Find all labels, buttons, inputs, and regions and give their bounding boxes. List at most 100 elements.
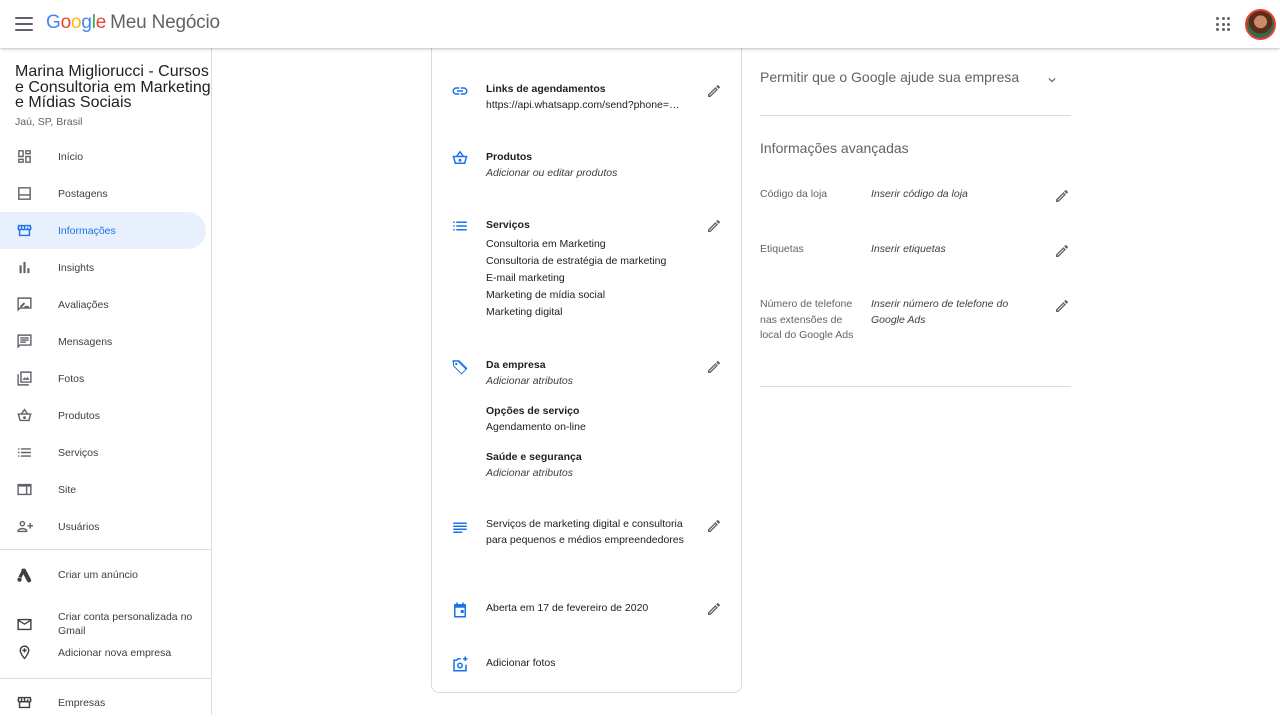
- sidebar-item-produtos[interactable]: Produtos: [0, 397, 206, 434]
- add-photo-icon: [451, 655, 469, 673]
- top-app-bar: Google Meu Negócio: [0, 0, 1280, 48]
- store-code-label: Código da loja: [760, 188, 828, 200]
- chevron-down-icon[interactable]: [1045, 73, 1059, 87]
- sidebar-item-label: Produtos: [58, 409, 101, 422]
- edit-ads-phone-icon[interactable]: [1054, 298, 1070, 314]
- sidebar-item-label: Site: [58, 483, 77, 496]
- person-add-icon: [16, 518, 33, 535]
- sidebar-item-label: Serviços: [58, 446, 99, 459]
- business-name: Marina Migliorucci - Cursos e Consultori…: [15, 63, 211, 111]
- products-add-link[interactable]: Adicionar ou editar produtos: [486, 167, 617, 179]
- product-name: Meu Negócio: [110, 12, 220, 33]
- opening-date: Aberta em 17 de fevereiro de 2020: [486, 602, 649, 614]
- sidebar-item-label: Informações: [58, 224, 116, 237]
- calendar-icon: [451, 601, 469, 619]
- sidebar-divider: [0, 549, 211, 550]
- add-photos-link[interactable]: Adicionar fotos: [486, 657, 555, 669]
- bar-chart-icon: [16, 259, 33, 276]
- section-divider: [760, 386, 1071, 387]
- info-card: Links de agendamentos https://api.whatsa…: [431, 48, 742, 693]
- sidebar-item-avaliacoes[interactable]: Avaliações: [0, 286, 206, 323]
- mail-icon: [16, 616, 33, 633]
- logo-letter: G: [46, 12, 61, 33]
- sidebar-item-nova-empresa[interactable]: Adicionar nova empresa: [0, 634, 206, 671]
- sidebar-item-criar-anuncio[interactable]: Criar um anúncio: [0, 556, 206, 593]
- sidebar-item-informacoes[interactable]: Informações: [0, 212, 206, 249]
- menu-icon[interactable]: [14, 13, 34, 35]
- tag-icon: [451, 358, 469, 376]
- booking-links-title: Links de agendamentos: [486, 83, 606, 95]
- sidebar-item-empresas[interactable]: Empresas: [0, 684, 206, 721]
- photo-library-icon: [16, 370, 33, 387]
- ads-phone-label: Número de telefone nas extensões de loca…: [760, 298, 854, 341]
- health-safety-title: Saúde e segurança: [486, 451, 582, 463]
- logo-letter: e: [95, 12, 107, 33]
- sidebar-item-insights[interactable]: Insights: [0, 249, 206, 286]
- service-item: Marketing de mídia social: [486, 289, 606, 301]
- sidebar-item-postagens[interactable]: Postagens: [0, 175, 206, 212]
- link-icon: [451, 82, 469, 100]
- app-logo[interactable]: Google Meu Negócio: [46, 12, 220, 34]
- sidebar-divider: [0, 678, 211, 679]
- ads-phone-value[interactable]: Inserir número de telefone do Google Ads: [871, 297, 1031, 328]
- basket-icon: [16, 407, 33, 424]
- logo-letter: g: [81, 12, 92, 33]
- service-item: Consultoria de estratégia de marketing: [486, 255, 667, 267]
- logo-letter: o: [60, 12, 72, 33]
- business-location: Jaú, SP, Brasil: [15, 116, 83, 128]
- edit-labels-icon[interactable]: [1054, 243, 1070, 259]
- basket-icon: [451, 149, 469, 167]
- edit-description-icon[interactable]: [706, 518, 722, 534]
- sidebar-item-label: Usuários: [58, 520, 100, 533]
- sidebar-item-label: Criar um anúncio: [58, 568, 138, 581]
- store-code-value[interactable]: Inserir código da loja: [871, 187, 1031, 203]
- web-icon: [16, 481, 33, 498]
- google-ads-icon: [16, 566, 33, 583]
- sidebar-item-label: Empresas: [58, 696, 106, 709]
- storefront-icon: [16, 222, 33, 239]
- products-title: Produtos: [486, 151, 533, 163]
- message-icon: [16, 333, 33, 350]
- avatar[interactable]: [1245, 9, 1276, 40]
- sidebar-item-usuarios[interactable]: Usuários: [0, 508, 206, 545]
- list-icon: [16, 444, 33, 461]
- edit-booking-links-icon[interactable]: [706, 83, 722, 99]
- list-icon: [451, 217, 469, 235]
- sidebar-item-label: Avaliações: [58, 298, 109, 311]
- attributes-title: Da empresa: [486, 359, 546, 371]
- edit-attributes-icon[interactable]: [706, 359, 722, 375]
- sidebar-item-mensagens[interactable]: Mensagens: [0, 323, 206, 360]
- sidebar: Marina Migliorucci - Cursos e Consultori…: [0, 48, 212, 715]
- health-safety-add-link[interactable]: Adicionar atributos: [486, 467, 573, 479]
- rate-review-icon: [16, 296, 33, 313]
- booking-links-value[interactable]: https://api.whatsapp.com/send?phone=…: [486, 99, 691, 111]
- sidebar-item-label: Fotos: [58, 372, 85, 385]
- sidebar-item-label: Início: [58, 150, 84, 163]
- allow-google-help-title[interactable]: Permitir que o Google ajude sua empresa: [760, 69, 1019, 85]
- service-options-title: Opções de serviço: [486, 405, 580, 417]
- service-item: E-mail marketing: [486, 272, 565, 284]
- edit-store-code-icon[interactable]: [1054, 188, 1070, 204]
- service-options-value: Agendamento on-line: [486, 421, 586, 433]
- add-location-icon: [16, 644, 33, 661]
- sidebar-item-label: Adicionar nova empresa: [58, 646, 172, 659]
- store-icon: [16, 694, 33, 711]
- sidebar-item-servicos[interactable]: Serviços: [0, 434, 206, 471]
- sidebar-item-fotos[interactable]: Fotos: [0, 360, 206, 397]
- sidebar-item-site[interactable]: Site: [0, 471, 206, 508]
- labels-label: Etiquetas: [760, 243, 804, 255]
- sidebar-item-label: Postagens: [58, 187, 108, 200]
- logo-letter: o: [70, 12, 82, 33]
- business-description: Serviços de marketing digital e consulto…: [486, 518, 684, 546]
- edit-opening-date-icon[interactable]: [706, 601, 722, 617]
- labels-value[interactable]: Inserir etiquetas: [871, 242, 1031, 258]
- attributes-add-link[interactable]: Adicionar atributos: [486, 375, 573, 387]
- advanced-info-title: Informações avançadas: [760, 140, 909, 156]
- services-category: Consultoria em Marketing: [486, 238, 606, 250]
- edit-services-icon[interactable]: [706, 218, 722, 234]
- dashboard-icon: [16, 148, 33, 165]
- apps-grid-icon[interactable]: [1216, 17, 1230, 31]
- sidebar-item-inicio[interactable]: Início: [0, 138, 206, 175]
- sidebar-item-label: Mensagens: [58, 335, 113, 348]
- posts-icon: [16, 185, 33, 202]
